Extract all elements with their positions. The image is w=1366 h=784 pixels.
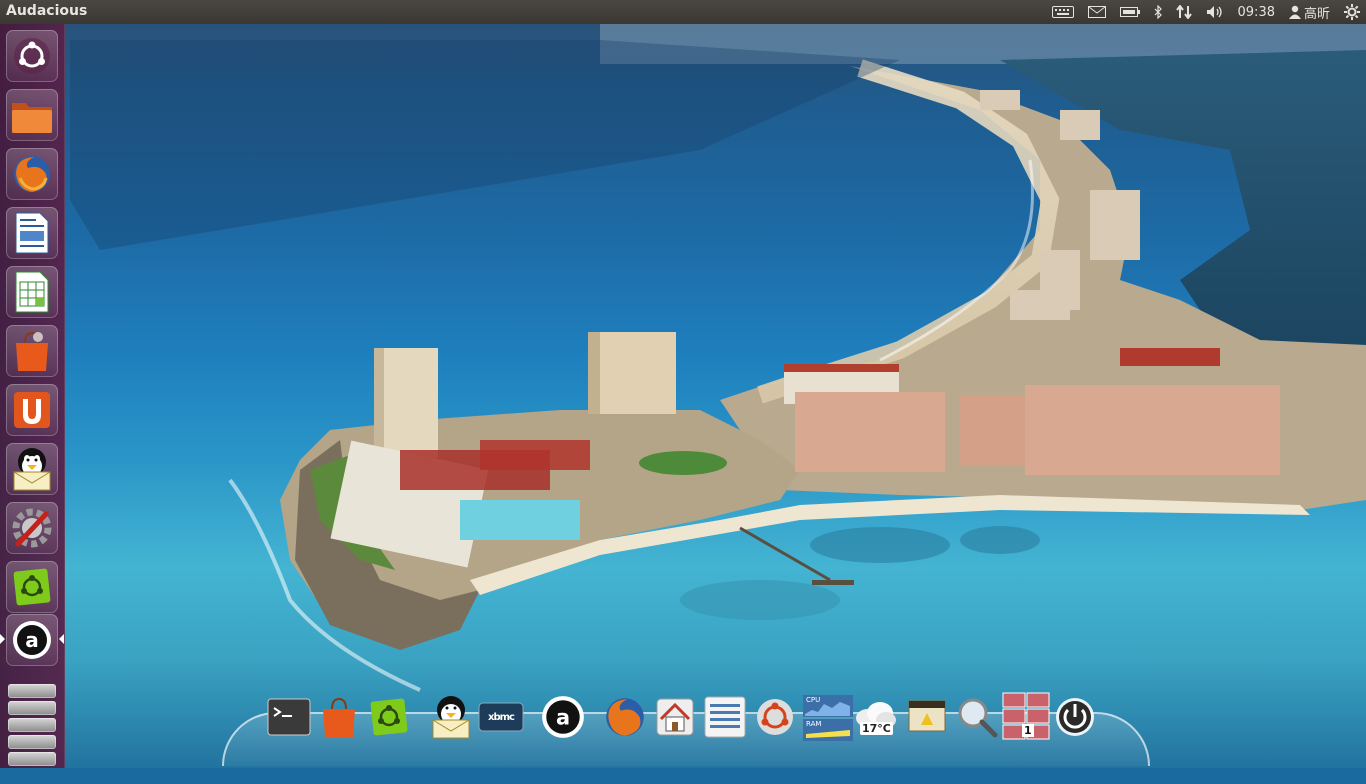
launcher-writer[interactable] [6, 207, 58, 259]
launcher-firefox[interactable] [6, 148, 58, 200]
dock-ubuntu-tweak[interactable] [366, 694, 412, 740]
dock-firefox[interactable] [602, 694, 648, 740]
folder-icon [12, 103, 52, 133]
dock-file-manager[interactable] [702, 694, 748, 740]
indicator-area: 09:38 高昕 [1051, 0, 1360, 24]
firefox-icon [14, 156, 50, 192]
user-icon [1288, 5, 1301, 19]
ubuntu-one-icon [14, 392, 50, 428]
dock-home-folder[interactable] [652, 694, 698, 740]
dock-ubuntu-software[interactable] [752, 694, 798, 740]
launcher-files[interactable] [6, 89, 58, 141]
cpu-label: CPU [806, 696, 821, 704]
writer-icon [15, 212, 49, 254]
penguin-mail-icon [432, 696, 470, 739]
audacious-icon: a [13, 621, 51, 659]
mail-icon[interactable] [1087, 6, 1106, 18]
launcher-ubuntu-one[interactable] [6, 384, 58, 436]
dock-software-center[interactable] [316, 694, 362, 740]
dock-weather[interactable]: 17°C [852, 694, 898, 740]
network-icon[interactable] [1175, 5, 1192, 19]
bluetooth-icon[interactable] [1154, 5, 1162, 19]
penguin-mail-icon [13, 448, 51, 491]
dock-notes[interactable] [904, 694, 950, 740]
ubuntu-red-icon [757, 699, 793, 735]
temperature-label: 17°C [860, 722, 893, 735]
battery-icon[interactable] [1119, 6, 1140, 18]
home-icon [656, 698, 694, 736]
dash-home-button[interactable] [6, 30, 58, 82]
volume-icon[interactable] [1206, 5, 1224, 19]
svg-text:a: a [556, 705, 570, 729]
magnifier-icon [958, 698, 998, 738]
user-menu[interactable]: 高昕 [1288, 3, 1330, 22]
firefox-icon [606, 698, 644, 736]
dock-search[interactable] [954, 694, 1000, 740]
keyboard-icon[interactable] [1051, 6, 1074, 18]
svg-text:a: a [25, 628, 39, 652]
dock-system-monitor[interactable]: CPU RAM [802, 694, 854, 741]
dock-workspace-switcher[interactable]: 1 [1002, 692, 1050, 740]
dock-terminal[interactable] [266, 694, 312, 740]
file-list-icon [704, 696, 746, 738]
shopping-bag-icon [323, 697, 355, 737]
launcher-ubuntu-tweak[interactable] [6, 561, 58, 613]
launcher-pidgin[interactable] [6, 443, 58, 495]
ubuntu-green-icon [370, 698, 408, 736]
terminal-icon [267, 698, 311, 736]
ubuntu-green-icon [13, 568, 51, 606]
launcher-system-settings[interactable] [6, 502, 58, 554]
notes-icon [908, 700, 946, 732]
calc-icon [15, 271, 49, 313]
unity-launcher: a [0, 24, 65, 768]
trash-stack-icon[interactable] [8, 684, 56, 784]
dock-audacious[interactable]: a [540, 694, 586, 740]
audacious-icon: a [542, 696, 584, 738]
launcher-audacious[interactable]: a [0, 614, 64, 666]
clock[interactable]: 09:38 [1238, 5, 1275, 20]
ubuntu-logo-icon [14, 38, 50, 74]
power-icon [1056, 698, 1094, 736]
bottom-dock: xbmc a CPU RAM 17°C 1 [222, 690, 1150, 766]
settings-tools-icon [12, 508, 52, 548]
top-panel: Audacious 09:38 高昕 [0, 0, 1366, 24]
active-app-title: Audacious [6, 3, 88, 19]
desktop-wallpaper [0, 0, 1366, 768]
workspace-number: 1 [1022, 724, 1034, 737]
xbmc-label: xbmc [488, 711, 515, 723]
ram-label: RAM [806, 720, 822, 728]
shopping-bag-icon [16, 331, 48, 371]
user-name: 高昕 [1303, 6, 1330, 22]
gear-icon[interactable] [1344, 4, 1360, 20]
launcher-software-center[interactable] [6, 325, 58, 377]
dock-pidgin[interactable] [428, 694, 474, 740]
dock-xbmc[interactable]: xbmc [478, 694, 524, 740]
launcher-calc[interactable] [6, 266, 58, 318]
dock-shutdown[interactable] [1052, 694, 1098, 740]
